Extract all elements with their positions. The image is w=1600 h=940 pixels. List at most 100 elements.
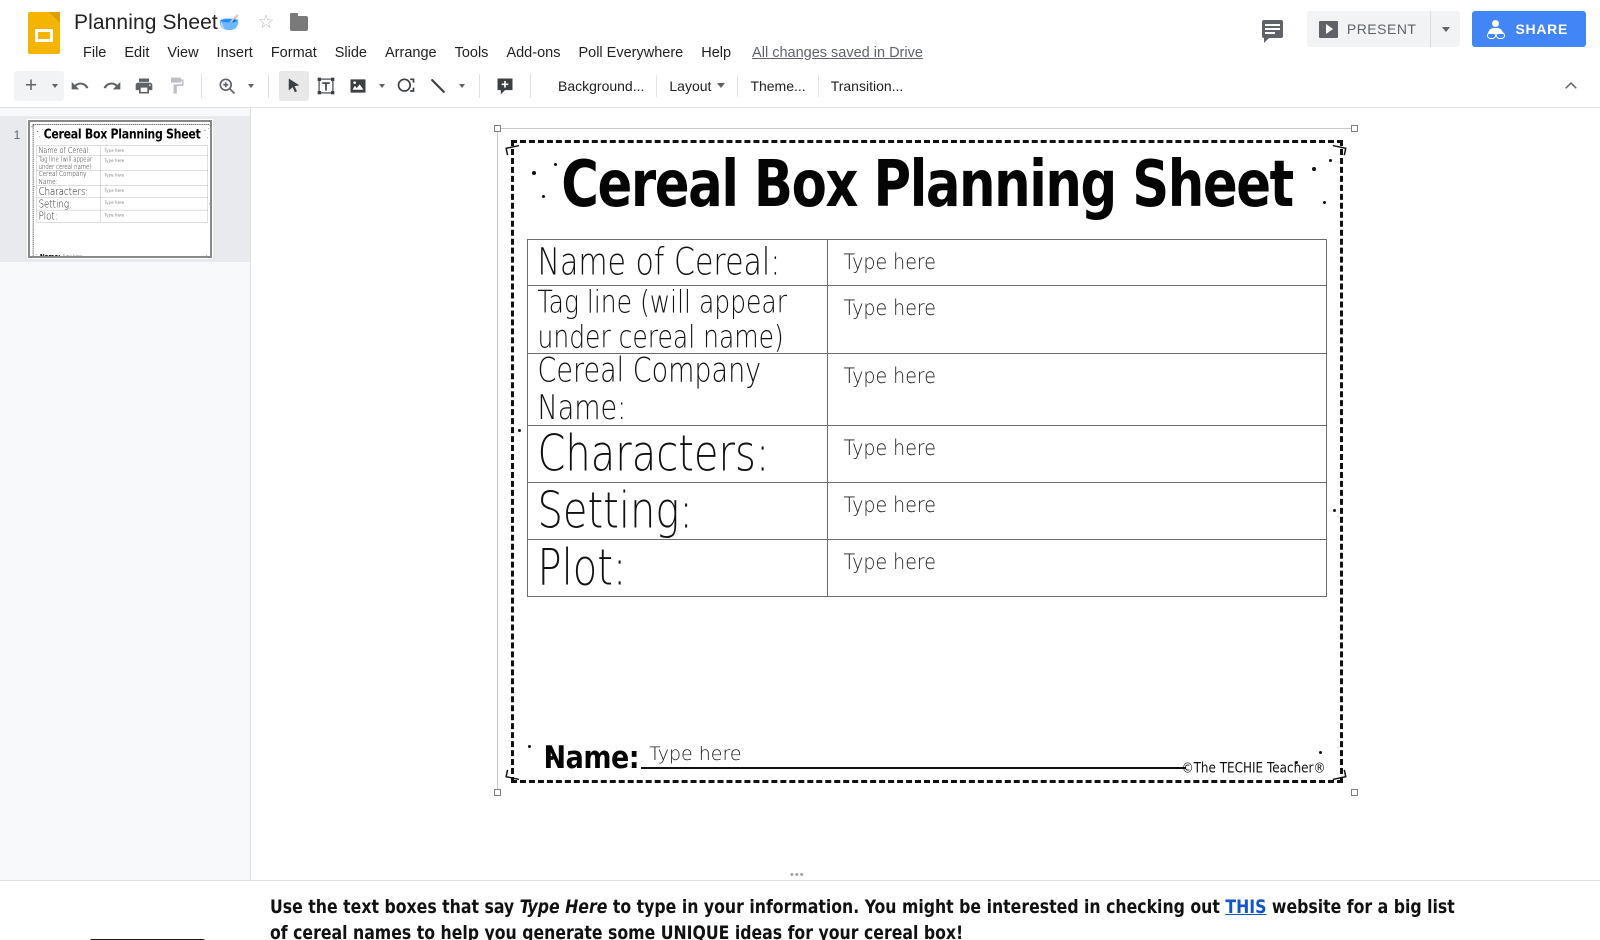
menu-item-insert[interactable]: Insert [208,42,262,64]
row-value-cell[interactable]: Type here [826,239,1327,286]
notes-resize-grip[interactable]: ••• [0,869,1600,881]
redo-button[interactable] [97,71,127,101]
background-button[interactable]: Background... [546,72,656,100]
menu-item-slide[interactable]: Slide [326,42,376,64]
paint-format-icon [171,77,184,93]
current-slide[interactable]: ⌐ ⌐ ⌐ ⌐ Cereal Box Planning Sheet Name o… [493,125,1358,796]
app-header: Planning Sheet 🥣 ☆ File Edit View Insert… [0,0,1600,64]
chevron-down-icon [52,83,58,88]
title-and-menu: Planning Sheet 🥣 ☆ File Edit View Insert… [74,6,923,66]
row-label-cell: Tag line (will appear under cereal name) [526,285,828,354]
row-value-cell[interactable]: Type here [100,170,208,186]
row-label-cell: Setting: [526,482,828,541]
row-value-cell[interactable]: Type here [826,482,1327,541]
comment-history-button[interactable] [1253,9,1293,49]
type-here-placeholder[interactable]: Type here [101,210,208,217]
header-actions: PRESENT SHARE [1253,9,1586,49]
share-button[interactable]: SHARE [1472,11,1586,47]
layout-label: Layout [669,77,712,94]
menu-item-view[interactable]: View [158,42,207,64]
speaker-notes-pane[interactable]: ••• Use the text boxes that say Type Her… [0,869,1600,940]
new-slide-dropdown[interactable] [47,72,63,100]
undo-button[interactable] [65,71,95,101]
present-dropdown-button[interactable] [1430,11,1460,47]
table-row: Cereal Company Name: Type here [526,352,1327,427]
theme-button[interactable]: Theme... [738,72,817,100]
insert-shape-button[interactable] [391,71,421,101]
insert-line-button[interactable] [423,71,453,101]
print-button[interactable] [129,71,159,101]
menu-item-poll-everywhere[interactable]: Poll Everywhere [569,42,692,64]
type-here-placeholder[interactable]: Type here [101,170,208,177]
table-row: Tag line (will appear under cereal name)… [526,285,1327,354]
type-here-placeholder[interactable]: Type here [101,198,208,205]
image-dropdown[interactable] [374,72,390,100]
decorative-dot [1332,509,1336,512]
type-here-placeholder[interactable]: Type here [828,426,1326,461]
corner-mark-icon: ⌐ [1327,759,1351,794]
type-here-placeholder[interactable]: Type here [101,186,208,193]
menu-item-help[interactable]: Help [692,42,740,64]
type-here-placeholder[interactable]: Type here [828,483,1326,518]
save-status[interactable]: All changes saved in Drive [752,45,923,61]
paint-format-button[interactable] [161,71,191,101]
name-type-here-placeholder[interactable]: Type here [649,743,742,765]
type-here-placeholder[interactable]: Type here [828,540,1326,575]
document-title[interactable]: Planning Sheet [74,11,218,35]
zoom-dropdown[interactable] [243,72,259,100]
zoom-button[interactable] [212,71,242,101]
bowl-emoji-icon: 🥣 [218,13,241,32]
select-tool-button[interactable] [279,70,309,101]
line-icon [431,78,445,93]
row-value-cell[interactable]: Type here [826,352,1327,427]
new-slide-button[interactable]: + [16,71,46,101]
present-label: PRESENT [1346,21,1417,37]
folder-icon[interactable] [290,12,309,31]
row-value-cell[interactable]: Type here [826,285,1327,354]
menu-item-format[interactable]: Format [262,42,326,64]
row-value-cell[interactable]: Type here [100,155,208,171]
notes-this-link[interactable]: THIS [1225,896,1266,918]
slide-format-buttons: Background... Layout Theme... Transition… [546,72,915,100]
menu-item-file[interactable]: File [74,42,115,64]
row-value-cell[interactable]: Type here [826,539,1327,598]
type-here-placeholder[interactable]: Type here [101,156,208,163]
row-value-cell[interactable]: Type here [826,425,1327,484]
star-icon[interactable]: ☆ [256,13,276,33]
row-value-cell[interactable]: Type here [100,185,208,199]
menu-bar: File Edit View Insert Format Slide Arran… [74,40,923,66]
row-value-cell[interactable]: Type here [100,210,208,223]
type-here-placeholder[interactable]: Type here [828,354,1326,389]
toolbar-divider [201,73,202,98]
speaker-notes-text[interactable]: Use the text boxes that say Type Here to… [270,895,1457,940]
share-label: SHARE [1515,21,1568,37]
line-dropdown[interactable] [454,72,470,100]
menu-item-edit[interactable]: Edit [115,42,158,64]
menu-item-tools[interactable]: Tools [446,42,498,64]
add-comment-button[interactable] [490,71,520,101]
type-here-placeholder[interactable]: Type here [828,240,1326,275]
layout-button[interactable]: Layout [657,72,737,100]
selection-handle[interactable] [1350,125,1358,132]
slide-title: Cereal Box Planning Sheet [560,147,1294,222]
text-box-icon [317,77,335,94]
menu-item-addons[interactable]: Add-ons [497,42,569,64]
type-here-placeholder[interactable]: Type here [828,286,1326,321]
present-button[interactable]: PRESENT [1307,11,1431,47]
row-value-cell[interactable]: Type here [100,145,208,156]
text-box-button[interactable] [311,71,341,101]
type-here-placeholder[interactable]: Type here [101,146,208,153]
transition-button[interactable]: Transition... [819,72,916,100]
image-icon [350,78,366,93]
notes-body[interactable]: Use the text boxes that say Type Here to… [0,881,1600,940]
insert-image-button[interactable] [343,71,373,101]
selection-handle[interactable] [493,789,501,796]
name-type-here-placeholder[interactable]: Type here [63,254,83,256]
row-value-cell[interactable]: Type here [100,197,208,211]
selection-handle[interactable] [493,125,501,132]
slide-thumbnail-1[interactable]: 1 ⌐ ⌐ ⌐ ⌐ Cereal Box Pl [0,116,250,262]
selection-handle[interactable] [1350,789,1358,796]
corner-mark-icon: ⌐ [208,257,212,258]
collapse-toolbar-button[interactable] [1556,71,1586,101]
menu-item-arrange[interactable]: Arrange [376,42,446,64]
